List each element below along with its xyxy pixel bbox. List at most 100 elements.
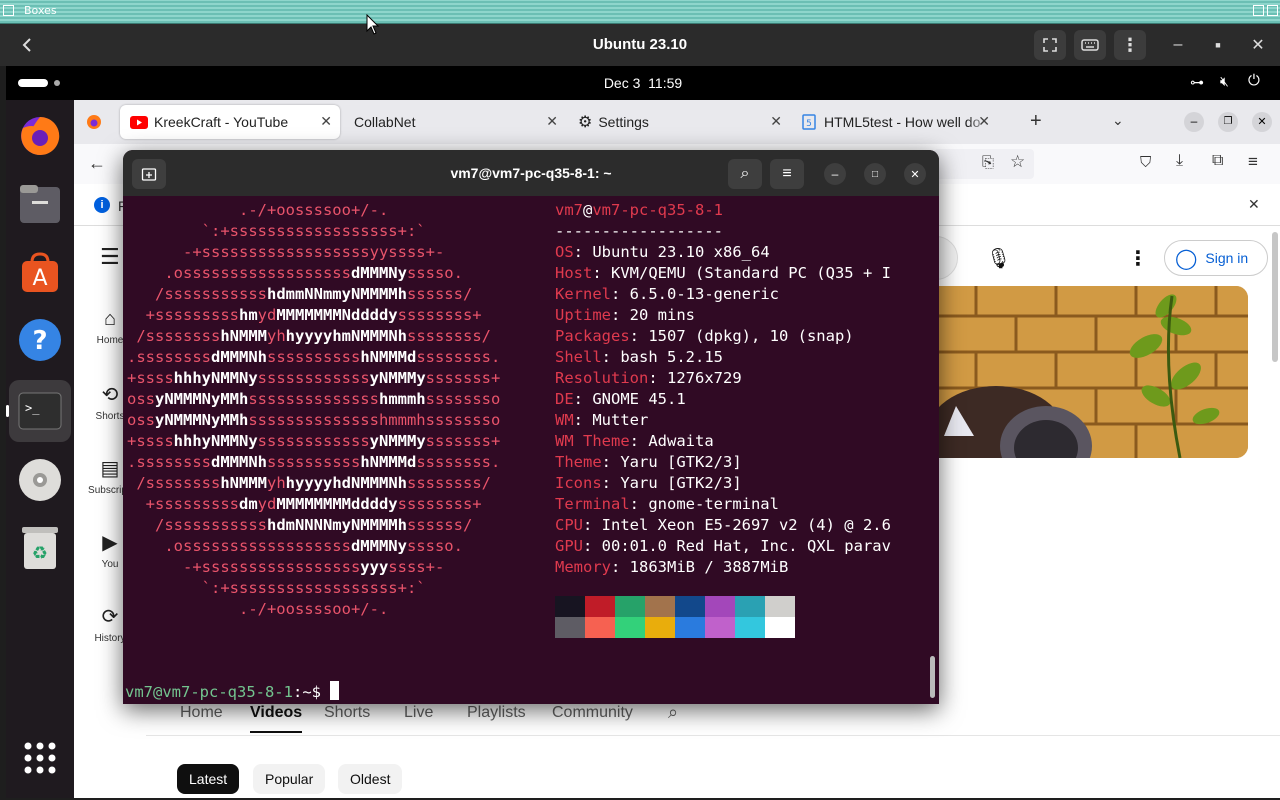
- banner-art: [936, 286, 1248, 458]
- dock-terminal[interactable]: >_: [9, 380, 71, 442]
- search-button[interactable]: ⌕: [728, 159, 762, 189]
- shell-prompt[interactable]: vm7@vm7-pc-q35-8-1:~$: [125, 681, 340, 703]
- hamburger-menu-icon[interactable]: ≡: [1248, 152, 1258, 172]
- extensions-icon[interactable]: ⧉: [1212, 152, 1223, 170]
- info-colon: :: [583, 537, 602, 555]
- close-tab-icon[interactable]: ✕: [320, 113, 332, 130]
- tab-html5test[interactable]: 5 HTML5test - How well do ✕: [792, 105, 1014, 139]
- svg-text:5: 5: [806, 119, 812, 129]
- tab-videos[interactable]: Videos: [250, 704, 303, 733]
- chip-latest[interactable]: Latest: [177, 764, 240, 794]
- channel-search-icon[interactable]: ⌕: [668, 702, 678, 723]
- window-menu-icon[interactable]: [3, 5, 14, 16]
- terminal-output[interactable]: .-/+oossssoo+/-. `:+ssssssssssssssssss+:…: [123, 196, 939, 704]
- back-arrow-icon[interactable]: ←: [88, 153, 106, 174]
- downloads-icon[interactable]: ⤓: [1176, 152, 1183, 170]
- close-tab-icon[interactable]: ✕: [978, 113, 990, 130]
- power-icon[interactable]: ⏻: [1248, 72, 1260, 89]
- network-icon[interactable]: ⊶: [1190, 74, 1204, 91]
- tab-collabnet[interactable]: CollabNet ✕: [344, 105, 566, 139]
- info-value: 1863MiB / 3887MiB: [629, 558, 789, 576]
- info-row: Icons: Yaru [GTK2/3]: [555, 473, 742, 494]
- tab-community[interactable]: Community: [552, 704, 633, 722]
- tab-live[interactable]: Live: [404, 704, 433, 722]
- url-bar-end[interactable]: ⎘ ☆: [934, 149, 1034, 179]
- microphone-icon[interactable]: 🎙︎: [986, 246, 1011, 271]
- gear-icon: ⚙: [578, 114, 593, 131]
- info-row: Kernel: 6.5.0-13-generic: [555, 284, 779, 305]
- info-key: Memory: [555, 558, 611, 576]
- close-button[interactable]: ✕: [1242, 30, 1274, 60]
- svg-text:♻: ♻: [32, 543, 48, 564]
- dock-help[interactable]: ?: [16, 316, 64, 364]
- restore-icon[interactable]: ❐: [1218, 112, 1238, 132]
- vm-menu-button[interactable]: ⋮: [1114, 30, 1146, 60]
- close-tab-icon[interactable]: ✕: [770, 113, 782, 130]
- info-key: WM Theme: [555, 432, 630, 450]
- terminal-menu-button[interactable]: ≡: [770, 159, 804, 189]
- dock-app-center[interactable]: A: [16, 248, 64, 296]
- info-colon: :: [601, 453, 621, 471]
- clock-date: Dec 3: [603, 75, 641, 91]
- dock-show-apps[interactable]: [16, 734, 64, 782]
- terminal-scrollbar[interactable]: [930, 656, 935, 698]
- info-row: Memory: 1863MiB / 3887MiB: [555, 557, 788, 578]
- minimize-button[interactable]: –: [824, 163, 846, 185]
- tab-label: Settings: [598, 114, 649, 130]
- maximize-button[interactable]: ■: [1202, 30, 1234, 60]
- keyboard-button[interactable]: [1074, 30, 1106, 60]
- tab-settings[interactable]: ⚙ Settings ✕: [568, 105, 790, 139]
- dock-files[interactable]: [16, 180, 64, 228]
- terminal-window[interactable]: vm7@vm7-pc-q35-8-1: ~ ⌕ ≡ – □ ✕ .-/+ooss…: [123, 150, 939, 704]
- firefox-view-button[interactable]: [86, 114, 102, 135]
- tab-home[interactable]: Home: [180, 704, 223, 722]
- keyboard-icon: [1081, 39, 1099, 51]
- bookmark-star-icon[interactable]: ☆: [1010, 152, 1025, 172]
- new-tab-icon[interactable]: +: [1030, 110, 1042, 133]
- color-swatch: [615, 617, 645, 638]
- vm-header-bar: Ubuntu 23.10 ⋮ – ■ ✕: [0, 24, 1280, 66]
- prompt-user-host: vm7@vm7-pc-q35-8-1: [125, 683, 293, 701]
- color-swatch: [705, 617, 735, 638]
- tab-list-chevron-icon[interactable]: ⌄: [1112, 112, 1124, 129]
- tab-label: CollabNet: [354, 114, 416, 130]
- boxes-window-titlebar[interactable]: Boxes: [0, 0, 1280, 24]
- volume-muted-icon[interactable]: 🔇︎: [1220, 73, 1229, 90]
- reader-view-icon[interactable]: ⎘: [982, 154, 994, 171]
- pocket-icon[interactable]: ⛉: [1140, 154, 1151, 171]
- more-options-icon[interactable]: ⋮: [1128, 246, 1148, 271]
- chip-popular[interactable]: Popular: [253, 764, 326, 794]
- info-colon: :: [629, 327, 649, 345]
- info-separator: ------------------: [555, 222, 723, 240]
- dock-trash[interactable]: ♻: [16, 524, 64, 572]
- info-key: WM: [555, 411, 574, 429]
- close-notice-icon[interactable]: ✕: [1248, 196, 1260, 213]
- close-window-icon[interactable]: ✕: [1252, 112, 1272, 132]
- clock[interactable]: Dec 3 11:59: [6, 75, 1280, 91]
- info-row: Shell: bash 5.2.15: [555, 347, 723, 368]
- maximize-button[interactable]: □: [864, 163, 886, 185]
- restore-icon[interactable]: [1253, 5, 1264, 16]
- hamburger-icon[interactable]: ☰: [100, 244, 120, 270]
- minimize-button[interactable]: –: [1162, 30, 1194, 60]
- sign-in-button[interactable]: ◯ Sign in: [1164, 240, 1268, 276]
- minimize-icon[interactable]: –: [1184, 112, 1204, 132]
- fullscreen-button[interactable]: [1034, 30, 1066, 60]
- chip-oldest[interactable]: Oldest: [338, 764, 403, 794]
- color-swatch: [585, 596, 615, 617]
- close-tab-icon[interactable]: ✕: [546, 113, 558, 130]
- info-key: Theme: [555, 453, 602, 471]
- terminal-headerbar: vm7@vm7-pc-q35-8-1: ~ ⌕ ≡ – □ ✕: [123, 150, 939, 196]
- close-button[interactable]: ✕: [904, 163, 926, 185]
- dock-disc[interactable]: [16, 456, 64, 504]
- page-scrollbar[interactable]: [1272, 232, 1278, 362]
- dock-firefox[interactable]: [16, 112, 64, 160]
- tab-kreekcraft[interactable]: KreekCraft - YouTube ✕: [120, 105, 340, 139]
- close-icon[interactable]: [1267, 5, 1278, 16]
- color-swatch: [675, 596, 705, 617]
- tab-playlists[interactable]: Playlists: [467, 704, 526, 722]
- ascii-logo-line: -+ssssssssssssssssssyyssss+-: [127, 243, 445, 261]
- files-icon: [20, 185, 60, 223]
- info-row: Terminal: gnome-terminal: [555, 494, 779, 515]
- tab-shorts[interactable]: Shorts: [324, 704, 370, 722]
